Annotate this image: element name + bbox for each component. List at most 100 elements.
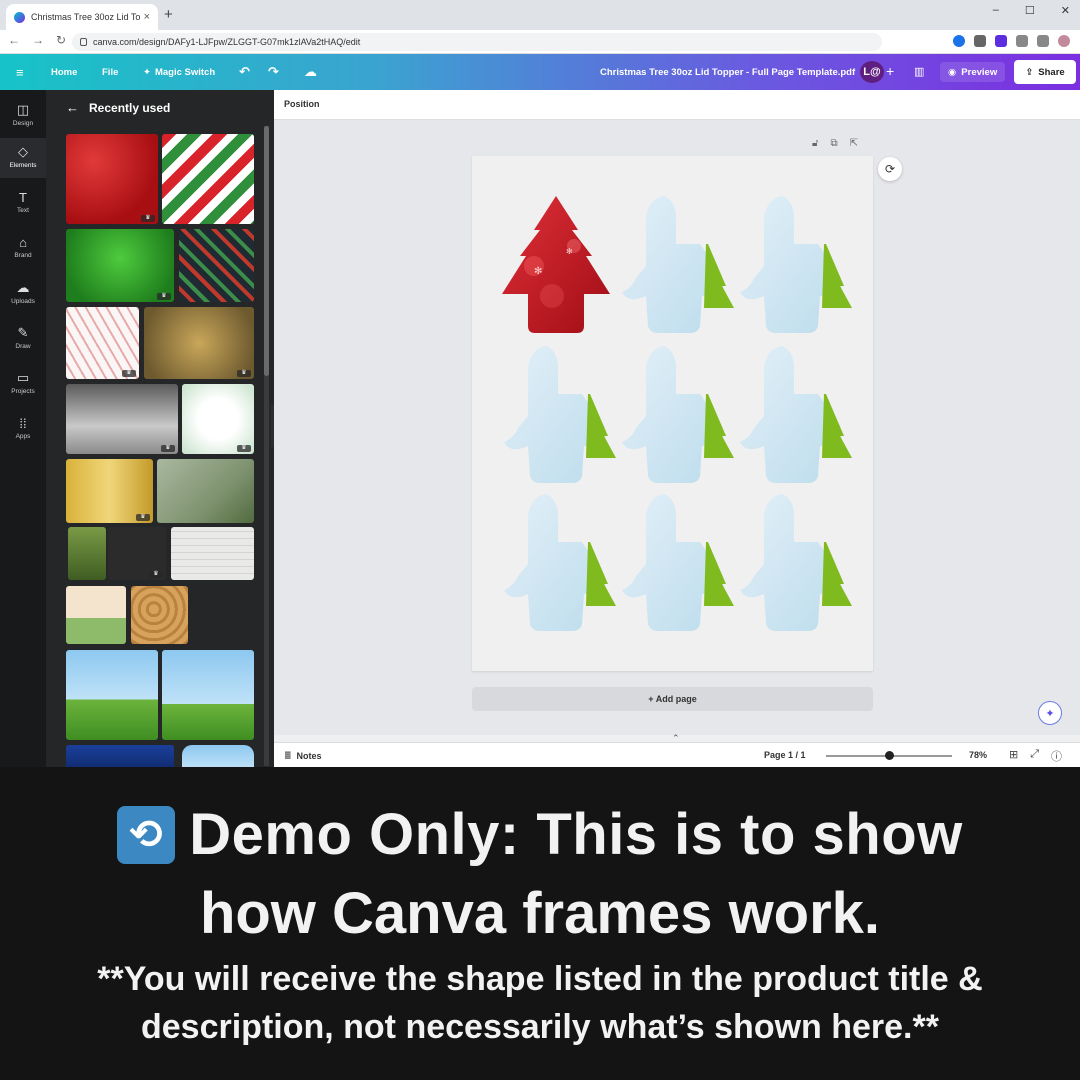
tree-frame-placeholder[interactable] <box>622 494 734 631</box>
fullscreen-icon[interactable]: ⤢ <box>1030 748 1039 764</box>
zoom-slider-handle[interactable] <box>884 751 894 760</box>
extension-icon[interactable] <box>953 35 965 47</box>
tornado-field-thumbnail[interactable] <box>162 650 254 740</box>
grid-view-icon[interactable]: ⊞ <box>1009 748 1018 764</box>
christmas-pattern-thumbnail[interactable] <box>179 229 254 302</box>
crown-icon: ♛ <box>237 370 251 377</box>
crown-icon: ♛ <box>141 215 155 222</box>
user-avatar[interactable]: L@ <box>860 61 884 83</box>
document-title[interactable]: Christmas Tree 30oz Lid Topper - Full Pa… <box>600 54 855 90</box>
demo-caption: ⟲ Demo Only: This is to show how Canva f… <box>0 767 1080 1080</box>
notes-button[interactable]: ≣ Notes <box>284 750 322 761</box>
candy-stripe-thumbnail[interactable] <box>162 134 254 224</box>
tree-frame-placeholder[interactable] <box>504 494 616 631</box>
winter-wood-thumbnail[interactable]: ♛ <box>66 384 178 454</box>
tree-frame-placeholder[interactable] <box>740 346 852 483</box>
redo-icon[interactable]: ↷ <box>268 54 279 90</box>
plant-photo-thumbnail[interactable] <box>68 527 106 580</box>
rail-item-draw[interactable]: ✎ Draw <box>0 325 46 361</box>
menu-icon[interactable]: ≡ <box>16 54 24 90</box>
rail-label: Uploads <box>11 298 35 305</box>
undo-icon[interactable]: ↶ <box>239 54 250 90</box>
apps-grid-icon: ⁞⁞ <box>19 416 27 431</box>
forward-arrow-icon[interactable]: → <box>32 33 44 47</box>
rail-item-uploads[interactable]: ☁ Uploads <box>0 280 46 316</box>
extension-icon[interactable] <box>974 35 986 47</box>
add-page-button[interactable]: + Add page <box>472 687 873 711</box>
rail-item-apps[interactable]: ⁞⁞ Apps <box>0 416 46 452</box>
reload-icon[interactable]: ↻ <box>56 33 66 47</box>
new-tab-button[interactable]: + <box>164 6 173 23</box>
rotate-refresh-icon[interactable]: ⟳ <box>878 157 902 181</box>
red-snowflake-thumbnail[interactable]: ♛ <box>66 134 158 224</box>
browser-tab[interactable]: Christmas Tree 30oz Lid Topper × <box>6 4 158 30</box>
zoom-percentage[interactable]: 78% <box>969 750 987 760</box>
gold-glitter-thumbnail[interactable]: ♛ <box>144 307 254 379</box>
candy-cane-pattern-thumbnail[interactable]: ♛ <box>66 307 139 379</box>
back-arrow-icon[interactable]: ← <box>8 33 20 47</box>
insights-chart-icon[interactable]: ▥ <box>914 65 924 78</box>
sky-field-thumbnail[interactable] <box>66 650 158 740</box>
rail-item-brand[interactable]: ⌂ Brand <box>0 235 46 271</box>
browser-tab-bar: Christmas Tree 30oz Lid Topper × + – ☐ ✕ <box>0 0 1080 30</box>
extension-icon[interactable] <box>995 35 1007 47</box>
design-page[interactable]: ✻ ✻ <box>472 156 873 671</box>
rail-item-design[interactable]: ◫ Design <box>0 100 46 136</box>
tree-frame-placeholder[interactable] <box>622 196 734 333</box>
tree-frame-placeholder[interactable] <box>740 494 852 631</box>
tree-frame-placeholder[interactable] <box>504 346 616 483</box>
svg-text:✻: ✻ <box>566 247 573 256</box>
puzzle-icon[interactable] <box>1016 35 1028 47</box>
tree-frame-placeholder[interactable] <box>622 346 734 483</box>
dark-texture-thumbnail[interactable]: ♛ <box>108 527 166 580</box>
duplicate-page-icon[interactable]: ⧉ <box>830 138 837 149</box>
add-page-icon[interactable]: ⇱ <box>850 138 858 149</box>
position-button[interactable]: Position <box>284 99 320 109</box>
maximize-button[interactable]: ☐ <box>1025 4 1035 17</box>
browser-tab-title: Christmas Tree 30oz Lid Topper <box>31 12 140 22</box>
thumbnail-grid: ♛ ♛ ♛ ♛ ♛ ♛ ♛ ♛ <box>66 134 254 767</box>
cloud-save-icon[interactable]: ☁ <box>304 54 317 90</box>
magic-switch-button[interactable]: ✦ Magic Switch <box>143 54 215 90</box>
white-wood-thumbnail[interactable] <box>171 527 254 580</box>
rail-item-elements[interactable]: ◇ Elements <box>0 138 46 178</box>
rail-label: Design <box>12 120 34 127</box>
magic-assistant-icon[interactable]: ✦ <box>1038 701 1062 725</box>
lock-icon[interactable]: 🔓︎ <box>812 138 818 149</box>
caption-line-2: how Canva frames work. <box>199 881 881 946</box>
back-arrow-icon[interactable]: ← <box>66 100 79 115</box>
blue-texture-thumbnail[interactable] <box>66 745 174 767</box>
sky-thumbnail[interactable] <box>182 745 254 767</box>
wood-grain-thumbnail[interactable] <box>131 586 188 644</box>
rail-label: Projects <box>11 388 35 395</box>
rail-label: Elements <box>9 162 37 169</box>
url-field[interactable]: canva.com/design/DAFy1-LJFpw/ZLGGT-G07mk… <box>72 33 882 51</box>
nav-buttons: ← → ↻ <box>8 33 66 47</box>
sidebar-icon[interactable] <box>1037 35 1049 47</box>
add-collaborator-button[interactable]: + <box>886 63 894 79</box>
close-window-button[interactable]: ✕ <box>1061 4 1070 17</box>
minimize-button[interactable]: – <box>993 4 999 17</box>
rail-item-projects[interactable]: ▭ Projects <box>0 370 46 406</box>
white-pine-frame-thumbnail[interactable]: ♛ <box>182 384 254 454</box>
crown-icon: ♛ <box>161 445 175 452</box>
status-bar: ≣ Notes Page 1 / 1 78% ⊞ ⤢ ⓘ <box>274 742 1080 767</box>
red-tree-frame[interactable]: ✻ ✻ <box>502 196 610 333</box>
notes-label: Notes <box>296 750 322 761</box>
share-button[interactable]: ⇪ Share <box>1014 60 1076 84</box>
photographer-photo-thumbnail[interactable]: ♛ <box>66 459 153 523</box>
tab-close-icon[interactable]: × <box>144 11 150 23</box>
argyle-thumbnail[interactable] <box>66 586 126 644</box>
file-menu[interactable]: File <box>102 54 118 90</box>
preview-button[interactable]: ◉ Preview <box>940 62 1006 82</box>
page-indicator[interactable]: Page 1 / 1 <box>764 750 806 760</box>
profile-avatar-icon[interactable] <box>1058 35 1070 47</box>
home-button[interactable]: Home <box>51 54 77 90</box>
help-icon[interactable]: ⓘ <box>1051 748 1062 764</box>
projects-folder-icon: ▭ <box>16 370 30 385</box>
panel-scrollbar-thumb[interactable] <box>264 126 269 376</box>
rail-item-text[interactable]: T Text <box>0 190 46 226</box>
tree-frame-placeholder[interactable] <box>740 196 852 333</box>
green-sparkle-thumbnail[interactable]: ♛ <box>66 229 174 302</box>
green-wall-thumbnail[interactable] <box>157 459 254 523</box>
